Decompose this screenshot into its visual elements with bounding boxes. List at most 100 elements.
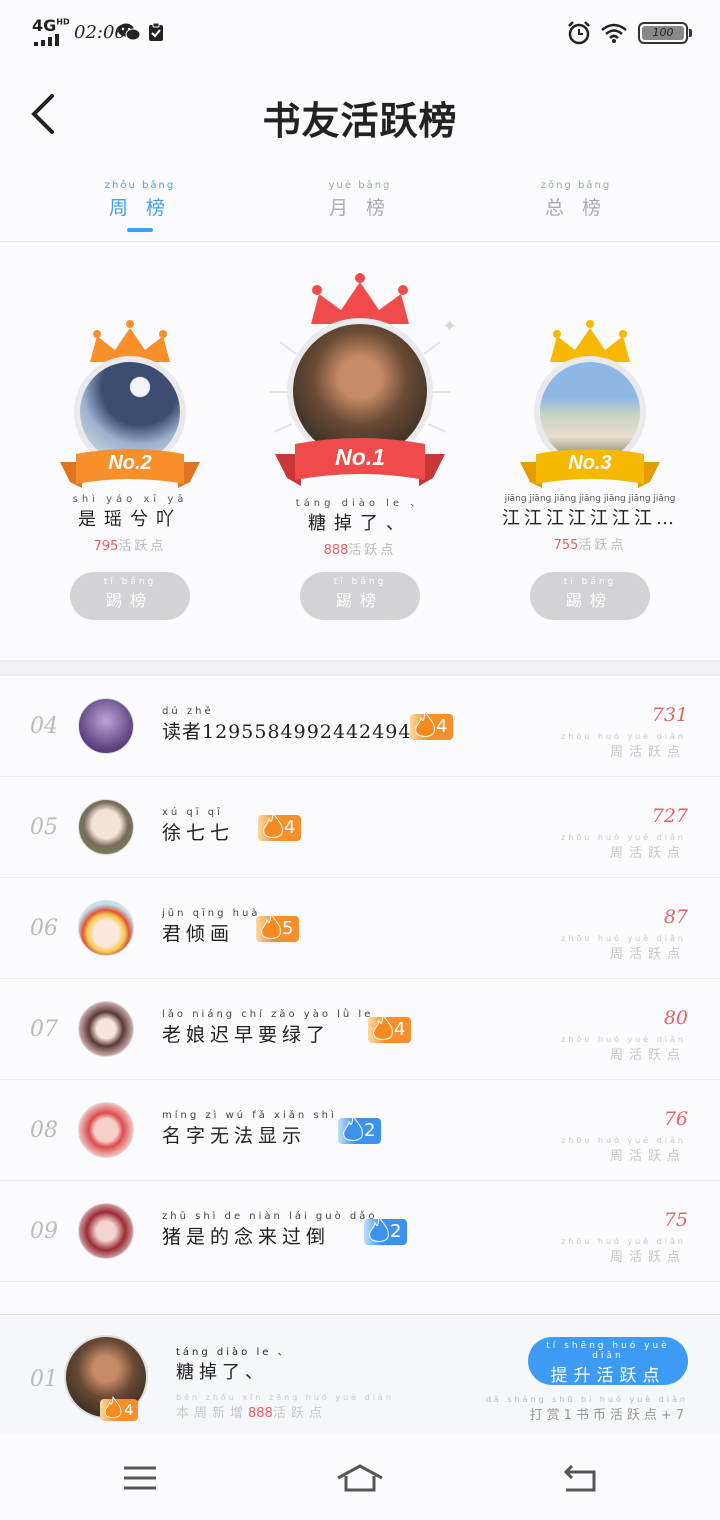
list-item[interactable]: 07 lǎo niáng chí zǎo yào lǜ le 老娘迟早要绿了 4… [0,979,720,1080]
user-name: dú zhě 读者1295584992442494976 [162,706,451,744]
weekly-added-text: 本周新增888活跃点 [176,1402,394,1421]
signal-sup: HD [56,17,70,27]
tab-monthly[interactable]: yuè bǎng 月 榜 [300,180,420,232]
score-label-text: 周活跃点 [609,1250,686,1265]
name-text: 糖掉了、 [308,513,412,534]
name-text: 是瑶兮吖 [78,509,182,530]
avatar[interactable] [78,900,134,956]
podium-score: 795活跃点 [20,535,240,554]
app-header: 书友活跃榜 [0,64,720,164]
menu-icon[interactable] [120,1462,160,1494]
podium-first: ✦ No.1 táng diào le 、 糖掉了、 888活跃点 tī bǎn… [250,242,470,660]
tab-pinyin: yuè bǎng [328,180,392,191]
avatar[interactable] [78,698,134,754]
score-label-text: 周活跃点 [609,1048,686,1063]
avatar[interactable] [78,1102,134,1158]
list-item[interactable]: 04 dú zhě 读者1295584992442494976 4 731 zh… [0,676,720,777]
score-label-pinyin: zhōu huó yuè diǎn [561,1035,686,1044]
score-label-pinyin: zhōu huó yuè diǎn [561,1136,686,1145]
score-label: zhōu huó yuè diǎn 周活跃点 [561,1136,686,1164]
avatar[interactable] [78,1001,134,1057]
podium-score: 755活跃点 [480,534,700,553]
level-badge: 2 [364,1215,408,1245]
score-label-pinyin: zhōu huó yuè diǎn [561,833,686,842]
kick-pinyin: tī bǎng [333,577,387,587]
reward-hint-pinyin: dǎ shǎng shū bì huó yuè diǎn [485,1395,688,1404]
score-label-text: 周活跃点 [609,1149,686,1164]
weekly-added-suffix: 活跃点 [272,1406,327,1421]
rank-number: 08 [30,1118,58,1143]
list-item[interactable]: 08 míng zì wú fǎ xiǎn shì 名字无法显示 2 76 zh… [0,1080,720,1181]
kick-button[interactable]: tī bǎng 踢榜 [300,572,420,620]
score-label: zhōu huó yuè diǎn 周活跃点 [561,1035,686,1063]
avatar[interactable] [78,1203,134,1259]
wifi-icon [601,23,627,43]
tab-pinyin: zǒng bǎng [540,180,612,191]
name-pinyin: míng zì wú fǎ xiǎn shì [162,1110,337,1121]
user-name: jūn qīng huà 君倾画 [162,908,260,946]
user-name: míng zì wú fǎ xiǎn shì 名字无法显示 [162,1110,337,1148]
tab-pinyin: zhōu bǎng [104,180,176,191]
my-name: táng diào le 、 糖掉了、 [176,1343,291,1384]
flame-icon [261,912,281,939]
name-text: 名字无法显示 [162,1125,307,1147]
name-text: 糖掉了、 [176,1362,268,1383]
home-icon[interactable] [336,1462,384,1494]
weekly-added-prefix: 本周新增 [176,1406,249,1421]
boost-activity-button[interactable]: tí shēng huó yuè diǎn 提升活跃点 [528,1337,688,1386]
name-text: 读者1295584992442494976 [162,721,451,743]
list-item[interactable]: 06 jūn qīng huà 君倾画 5 87 zhōu huó yuè di… [0,878,720,979]
kick-button[interactable]: tī bǎng 踢榜 [70,572,190,620]
score-value: 75 [663,1209,688,1231]
level-badge: 4 [368,1013,412,1043]
section-divider [0,660,720,676]
score-value: 755 [553,538,579,553]
battery-icon: 100 [638,22,692,44]
score-label-pinyin: zhōu huó yuè diǎn [561,934,686,943]
tab-label: 总 榜 [544,197,608,219]
podium-third: No.3 jiāng jiāng jiāng jiāng jiāng jiāng… [480,242,700,660]
name-pinyin: zhū shì de niàn lái guò dǎo [162,1211,378,1222]
name-pinyin: jiāng jiāng jiāng jiāng jiāng jiāng jiān… [504,494,676,504]
page-title: 书友活跃榜 [262,98,458,143]
boost-label: 提升活跃点 [550,1366,666,1386]
name-text: 江江江江江江江… [502,508,678,529]
flame-icon [415,710,435,737]
list-item[interactable]: 05 xú qī qī 徐七七 4 727 zhōu huó yuè diǎn … [0,777,720,878]
level-badge: 5 [256,912,300,942]
weekly-added: běn zhōu xīn zēng huó yuè diǎn 本周新增888活跃… [176,1393,394,1421]
tab-total[interactable]: zǒng bǎng 总 榜 [516,180,636,232]
return-icon[interactable] [560,1462,600,1494]
system-nav-bar [0,1434,720,1520]
list-item[interactable]: 09 zhū shì de niàn lái guò dǎo 猪是的念来过倒 2… [0,1181,720,1282]
score-label-pinyin: zhōu huó yuè diǎn [561,732,686,741]
name-pinyin: xú qī qī [162,807,223,818]
podium-name: táng diào le 、 糖掉了、 888活跃点 [250,494,470,558]
score-value: 80 [663,1007,688,1029]
score-label: 活跃点 [578,538,627,553]
score-label-text: 周活跃点 [609,947,686,962]
rank-number: 06 [30,916,58,941]
tab-weekly[interactable]: zhōu bǎng 周 榜 [80,180,200,232]
score-label-text: 周活跃点 [609,846,686,861]
reward-hint: dǎ shǎng shū bì huó yuè diǎn 打赏1书币活跃点+7 [486,1395,688,1423]
avatar[interactable] [78,799,134,855]
avatar-image [540,362,640,462]
score-value: 888 [323,543,349,558]
weekly-added-pinyin: běn zhōu xīn zēng huó yuè diǎn [176,1393,394,1402]
rank-tabs: zhōu bǎng 周 榜 yuè bǎng 月 榜 zǒng bǎng 总 榜 [0,172,720,242]
flame-icon [369,1215,389,1242]
signal-bars-icon [34,34,59,46]
name-text: 君倾画 [162,923,235,945]
kick-pinyin: tī bǎng [103,577,157,587]
tab-indicator [347,228,373,232]
tab-label: 周 榜 [108,197,172,219]
my-level-badge: 4 [100,1395,138,1421]
level-badge: 2 [338,1114,382,1144]
status-bar: 4GHD 02:06 100 [0,0,720,64]
score-value: 727 [651,805,688,827]
user-name: lǎo niáng chí zǎo yào lǜ le 老娘迟早要绿了 [162,1009,373,1047]
rank-number: 07 [30,1017,58,1042]
kick-label: 踢榜 [105,591,154,610]
kick-button[interactable]: tī bǎng 踢榜 [530,572,650,620]
